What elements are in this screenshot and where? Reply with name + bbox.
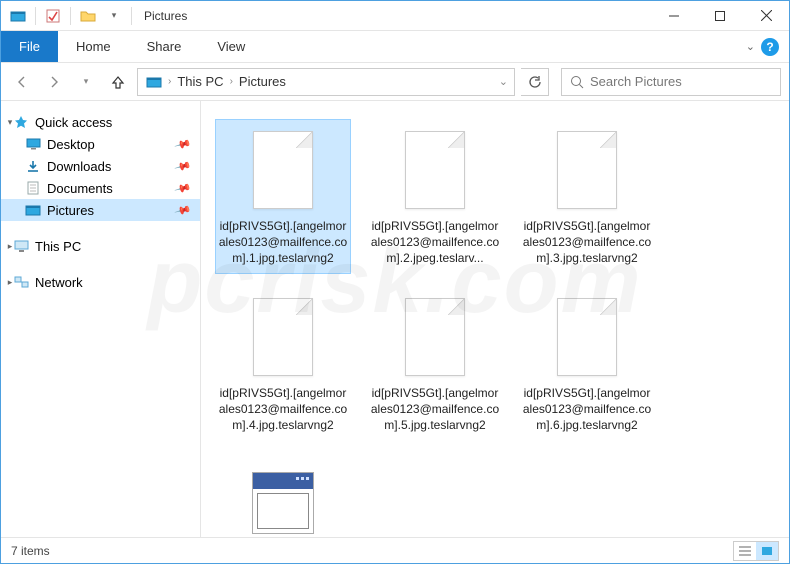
sidebar-item-label: Desktop bbox=[47, 137, 95, 152]
file-name-label: id[pRIVS5Gt].[angelmorales0123@mailfence… bbox=[370, 385, 500, 434]
hta-icon bbox=[252, 472, 314, 534]
refresh-button[interactable] bbox=[521, 68, 549, 96]
caret-right-icon[interactable]: ▸ bbox=[5, 241, 15, 252]
sidebar-item-pictures[interactable]: Pictures 📌 bbox=[1, 199, 200, 221]
sidebar-item-label: Network bbox=[35, 275, 83, 290]
address-bar[interactable]: › This PC › Pictures ⌄ bbox=[137, 68, 515, 96]
file-item[interactable]: id[pRIVS5Gt].[angelmorales0123@mailfence… bbox=[215, 286, 351, 441]
star-icon bbox=[13, 114, 29, 130]
titlebar: ▾ Pictures bbox=[1, 1, 789, 31]
blank-file-icon bbox=[557, 131, 617, 209]
help-icon[interactable]: ? bbox=[761, 38, 779, 56]
status-item-count: 7 items bbox=[11, 544, 50, 558]
sidebar-item-downloads[interactable]: Downloads 📌 bbox=[1, 155, 200, 177]
back-button[interactable] bbox=[9, 69, 35, 95]
qat-dropdown-icon[interactable]: ▾ bbox=[103, 5, 125, 27]
qat-properties-icon[interactable] bbox=[42, 5, 64, 27]
desktop-icon bbox=[25, 136, 41, 152]
sidebar-item-label: Quick access bbox=[35, 115, 112, 130]
caret-down-icon[interactable]: ▾ bbox=[5, 117, 15, 128]
address-dropdown-icon[interactable]: ⌄ bbox=[497, 75, 510, 88]
caret-right-icon[interactable]: ▸ bbox=[5, 277, 15, 288]
file-item[interactable]: id[pRIVS5Gt].[angelmorales0123@mailfence… bbox=[519, 286, 655, 441]
network-icon bbox=[13, 274, 29, 290]
maximize-button[interactable] bbox=[697, 1, 743, 31]
documents-icon bbox=[25, 180, 41, 196]
file-item[interactable]: id[pRIVS5Gt].[angelmorales0123@mailfence… bbox=[519, 119, 655, 274]
view-largeicons-button[interactable] bbox=[756, 542, 778, 560]
this-pc-icon bbox=[13, 238, 29, 254]
explorer-window: ▾ Pictures File Home Share View ⌄ ? ▾ › … bbox=[0, 0, 790, 564]
file-pane[interactable]: id[pRIVS5Gt].[angelmorales0123@mailfence… bbox=[201, 101, 789, 537]
file-name-label: id[pRIVS5Gt].[angelmorales0123@mailfence… bbox=[218, 385, 348, 434]
sidebar-this-pc[interactable]: ▸ This PC bbox=[1, 235, 200, 257]
file-item[interactable]: id[pRIVS5Gt].[angelmorales0123@mailfence… bbox=[367, 286, 503, 441]
close-button[interactable] bbox=[743, 1, 789, 31]
breadcrumb-pictures[interactable]: Pictures bbox=[235, 74, 290, 89]
pin-icon: 📌 bbox=[174, 201, 192, 219]
blank-file-icon bbox=[405, 131, 465, 209]
pictures-icon bbox=[25, 202, 41, 218]
breadcrumb-pictures-icon bbox=[142, 75, 166, 89]
view-details-button[interactable] bbox=[734, 542, 756, 560]
breadcrumb-this-pc[interactable]: This PC bbox=[173, 74, 227, 89]
chevron-right-icon[interactable]: › bbox=[228, 76, 235, 87]
ribbon: File Home Share View ⌄ ? bbox=[1, 31, 789, 63]
search-icon bbox=[570, 75, 584, 89]
sidebar-quick-access[interactable]: ▾ Quick access bbox=[1, 111, 200, 133]
sidebar-item-desktop[interactable]: Desktop 📌 bbox=[1, 133, 200, 155]
minimize-button[interactable] bbox=[651, 1, 697, 31]
downloads-icon bbox=[25, 158, 41, 174]
sidebar-item-label: Downloads bbox=[47, 159, 111, 174]
qat-newfolder-icon[interactable] bbox=[77, 5, 99, 27]
file-name-label: id[pRIVS5Gt].[angelmorales0123@mailfence… bbox=[370, 218, 500, 267]
blank-file-icon bbox=[405, 298, 465, 376]
blank-file-icon bbox=[557, 298, 617, 376]
blank-file-icon bbox=[253, 298, 313, 376]
ribbon-file-tab[interactable]: File bbox=[1, 31, 58, 62]
window-title: Pictures bbox=[144, 9, 187, 23]
file-item[interactable]: id[pRIVS5Gt].[angelmorales0123@mailfence… bbox=[215, 119, 351, 274]
ribbon-expand-icon[interactable]: ⌄ bbox=[746, 40, 755, 53]
forward-button[interactable] bbox=[41, 69, 67, 95]
view-toggle bbox=[733, 541, 779, 561]
sidebar-item-label: Pictures bbox=[47, 203, 94, 218]
search-placeholder: Search Pictures bbox=[590, 74, 682, 89]
sidebar-network[interactable]: ▸ Network bbox=[1, 271, 200, 293]
sidebar: ▾ Quick access Desktop📌Downloads📌Documen… bbox=[1, 101, 201, 537]
blank-file-icon bbox=[253, 131, 313, 209]
sidebar-item-label: Documents bbox=[47, 181, 113, 196]
search-input[interactable]: Search Pictures bbox=[561, 68, 781, 96]
pin-icon: 📌 bbox=[174, 157, 192, 175]
file-name-label: id[pRIVS5Gt].[angelmorales0123@mailfence… bbox=[522, 385, 652, 434]
sidebar-item-documents[interactable]: Documents 📌 bbox=[1, 177, 200, 199]
statusbar: 7 items bbox=[1, 537, 789, 563]
recent-dropdown[interactable]: ▾ bbox=[73, 69, 99, 95]
pin-icon: 📌 bbox=[174, 135, 192, 153]
file-item[interactable]: teslarvng2.hta bbox=[215, 452, 351, 537]
chevron-right-icon[interactable]: › bbox=[166, 76, 173, 87]
ribbon-tab-view[interactable]: View bbox=[199, 31, 263, 62]
ribbon-tab-share[interactable]: Share bbox=[129, 31, 200, 62]
file-name-label: id[pRIVS5Gt].[angelmorales0123@mailfence… bbox=[522, 218, 652, 267]
app-icon bbox=[7, 5, 29, 27]
sidebar-item-label: This PC bbox=[35, 239, 81, 254]
file-item[interactable]: id[pRIVS5Gt].[angelmorales0123@mailfence… bbox=[367, 119, 503, 274]
ribbon-tab-home[interactable]: Home bbox=[58, 31, 129, 62]
up-button[interactable] bbox=[105, 69, 131, 95]
navbar: ▾ › This PC › Pictures ⌄ Search Pictures bbox=[1, 63, 789, 101]
file-name-label: id[pRIVS5Gt].[angelmorales0123@mailfence… bbox=[218, 218, 348, 267]
pin-icon: 📌 bbox=[174, 179, 192, 197]
